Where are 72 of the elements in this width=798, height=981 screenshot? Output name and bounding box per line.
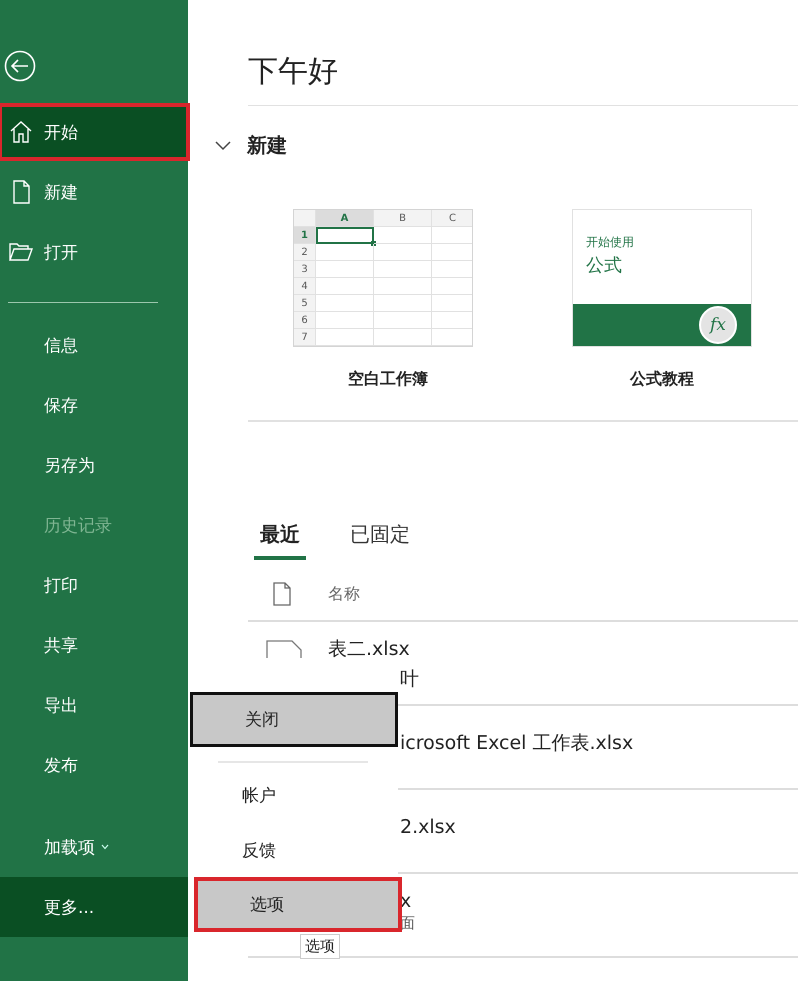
column-header: A <box>316 210 374 227</box>
spreadsheet-cell <box>316 227 374 244</box>
spreadsheet-cell <box>316 295 374 312</box>
row-number: 7 <box>294 329 316 346</box>
home-icon <box>8 119 34 145</box>
spreadsheet-cell <box>316 244 374 261</box>
sidebar-item[interactable]: 打开 <box>0 225 188 279</box>
row-number: 4 <box>294 278 316 295</box>
greeting-heading: 下午好 <box>248 53 338 91</box>
file-name[interactable]: 叶 <box>400 666 419 692</box>
spreadsheet-cell <box>316 278 374 295</box>
sidebar-item[interactable]: 开始 <box>0 105 188 159</box>
sidebar-item[interactable]: 更多... <box>0 877 188 937</box>
sidebar-item-label: 导出 <box>44 694 78 716</box>
spreadsheet-cell <box>374 329 432 346</box>
tooltip: 选项 <box>300 934 340 959</box>
sidebar-item-label: 打印 <box>44 574 78 596</box>
chevron-icon[interactable] <box>215 140 231 150</box>
spreadsheet-cell <box>316 329 374 346</box>
spreadsheet-cell <box>374 295 432 312</box>
corner-cell <box>294 210 316 227</box>
row-number: 2 <box>294 244 316 261</box>
formula-tutorial-card[interactable]: 开始使用 公式 fx <box>572 209 752 347</box>
spreadsheet-cell <box>316 261 374 278</box>
spreadsheet-cell <box>374 278 432 295</box>
template-label: 公式教程 <box>630 369 694 390</box>
sidebar-item[interactable]: 打印 <box>0 555 188 615</box>
sidebar-item-label: 另存为 <box>44 454 95 476</box>
menu-item[interactable]: 选项 <box>194 877 402 932</box>
sidebar-item-label: 共享 <box>44 634 78 656</box>
blank-workbook-thumbnail[interactable]: A B C 1 2 3 4 5 6 7 <box>293 209 473 347</box>
sidebar-item-label: 更多... <box>44 896 94 918</box>
sidebar-item-label: 开始 <box>44 122 78 144</box>
document-icon <box>266 640 302 658</box>
row-number: 6 <box>294 312 316 329</box>
menu-item[interactable]: 关闭 <box>190 692 398 747</box>
sidebar-item[interactable]: 共享 <box>0 615 188 675</box>
column-header: C <box>432 210 472 227</box>
sidebar-item-label: 信息 <box>44 334 78 356</box>
file-name[interactable]: 2.xlsx <box>400 816 456 838</box>
sidebar-item[interactable]: 导出 <box>0 675 188 735</box>
sidebar-item[interactable]: 保存 <box>0 375 188 435</box>
column-header: 名称 <box>328 584 360 604</box>
sidebar-item[interactable]: 发布 <box>0 735 188 795</box>
spreadsheet-cell <box>374 227 432 244</box>
row-number: 5 <box>294 295 316 312</box>
spreadsheet-cell <box>374 312 432 329</box>
document-icon <box>272 582 292 606</box>
row-number: 1 <box>294 227 316 244</box>
sidebar-item-label: 保存 <box>44 394 78 416</box>
sidebar-item-label: 打开 <box>44 242 78 264</box>
tab[interactable]: 最近 <box>254 520 306 560</box>
spreadsheet-cell <box>374 244 432 261</box>
file-name[interactable]: 表二.xlsx <box>328 636 410 662</box>
sidebar-item[interactable]: 另存为 <box>0 435 188 495</box>
tab[interactable]: 已固定 <box>344 520 416 560</box>
spreadsheet-cell <box>374 261 432 278</box>
sidebar-item[interactable]: 加载项 <box>0 817 188 877</box>
file-name[interactable]: icrosoft Excel 工作表.xlsx <box>400 730 634 756</box>
card-title: 公式 <box>586 254 622 277</box>
sidebar-item[interactable]: 新建 <box>0 165 188 219</box>
template-label: 空白工作簿 <box>348 369 428 390</box>
sidebar-item[interactable]: 信息 <box>0 315 188 375</box>
sidebar-item-label: 发布 <box>44 754 78 776</box>
sidebar-item-label: 加载项 <box>44 836 95 858</box>
row-number: 3 <box>294 261 316 278</box>
section-title: 新建 <box>247 132 287 159</box>
spreadsheet-cell <box>316 312 374 329</box>
card-subtitle: 开始使用 <box>586 234 634 251</box>
column-header: B <box>374 210 432 227</box>
sidebar-item-label: 新建 <box>44 182 78 204</box>
sidebar-item-label: 历史记录 <box>44 514 112 536</box>
